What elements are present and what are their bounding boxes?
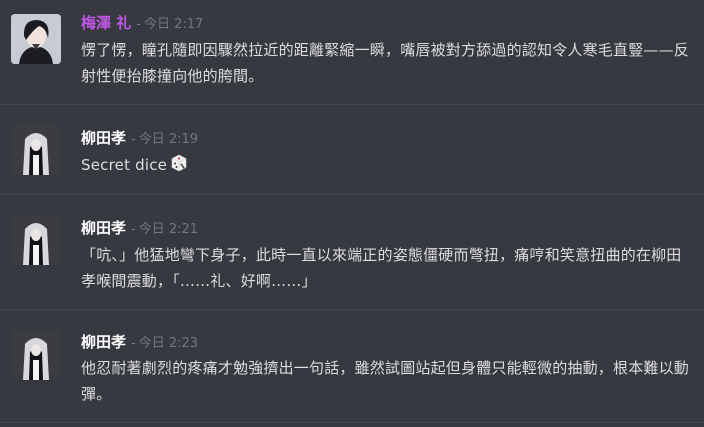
username[interactable]: 柳田孝: [81, 219, 126, 237]
separator: -: [131, 222, 136, 237]
username[interactable]: 梅澤 礼: [81, 14, 131, 32]
game-die-icon: [170, 154, 188, 180]
message-header: 柳田孝 - 今日 2:19: [81, 129, 198, 149]
message-content: 他忍耐著劇烈的疼痛才勉強擠出一句話，雖然試圖站起但身體只能輕微的抽動，根本難以動…: [81, 359, 690, 403]
user-avatar[interactable]: [11, 330, 61, 380]
timestamp[interactable]: 今日 2:19: [139, 132, 198, 147]
message-header: 柳田孝 - 今日 2:23: [81, 333, 198, 353]
timestamp[interactable]: 今日 2:21: [139, 222, 198, 237]
chat-message: 梅澤 礼 - 今日 2:17 愣了愣，瞳孔隨即因驟然拉近的距離緊縮一瞬，嘴唇被對方舔…: [0, 0, 704, 100]
timestamp[interactable]: 今日 2:23: [139, 336, 198, 351]
user-avatar[interactable]: [11, 215, 61, 265]
message-text: Secret dice: [81, 156, 168, 174]
chat-message: 柳田孝 - 今日 2:19 Secret dice: [0, 105, 704, 205]
message-header: 柳田孝 - 今日 2:21: [81, 219, 198, 239]
message-header: 梅澤 礼 - 今日 2:17: [81, 14, 203, 34]
user-avatar[interactable]: [11, 125, 61, 175]
message-divider: [0, 422, 704, 423]
user-avatar[interactable]: [11, 14, 61, 64]
dark-haired-character-avatar-icon: [11, 14, 61, 64]
message-content: 「吭、」他猛地彎下身子，此時一直以來端正的姿態僵硬而彆扭，痛哼和笑意扭曲的在柳田…: [81, 246, 682, 290]
message-content: Secret dice: [81, 152, 693, 180]
chat-message: 柳田孝 - 今日 2:21 「吭、」他猛地彎下身子，此時一直以來端正的姿態僵硬而彆扭…: [0, 195, 704, 305]
username[interactable]: 柳田孝: [81, 129, 126, 147]
username[interactable]: 柳田孝: [81, 333, 126, 351]
separator: -: [136, 17, 141, 32]
silver-haired-character-avatar-icon: [11, 215, 61, 265]
timestamp[interactable]: 今日 2:17: [144, 17, 203, 32]
chat-message: 柳田孝 - 今日 2:23 他忍耐著劇烈的疼痛才勉強擠出一句話，雖然試圖站起但身體只…: [0, 310, 704, 427]
silver-haired-character-avatar-icon: [11, 125, 61, 175]
separator: -: [131, 132, 136, 147]
message-content: 愣了愣，瞳孔隨即因驟然拉近的距離緊縮一瞬，嘴唇被對方舔過的認知令人寒毛直豎——反…: [81, 41, 690, 85]
silver-haired-character-avatar-icon: [11, 330, 61, 380]
separator: -: [131, 336, 136, 351]
